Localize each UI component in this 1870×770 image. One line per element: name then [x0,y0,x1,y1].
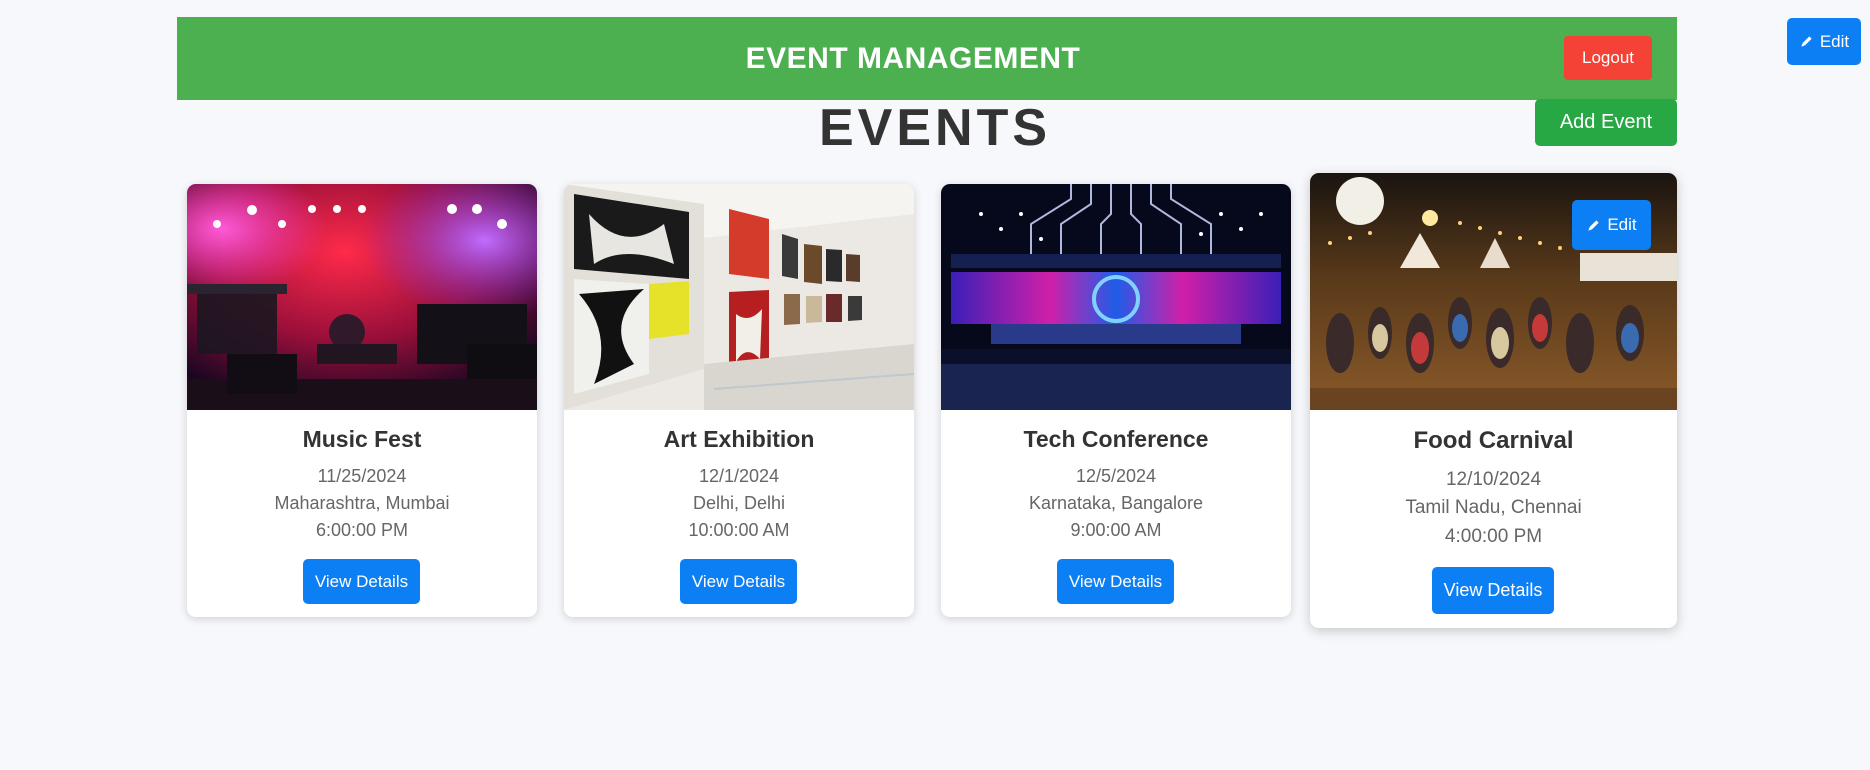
event-image [564,184,914,410]
event-location: Maharashtra, Mumbai [274,493,450,513]
event-card: Music Fest 11/25/2024 Maharashtra, Mumba… [187,184,537,617]
edit-event-button[interactable]: Edit [1572,200,1651,250]
event-title: Art Exhibition [663,426,815,452]
view-details-button[interactable]: View Details [303,559,420,604]
event-title: Music Fest [302,426,422,452]
logout-button[interactable]: Logout [1564,36,1652,80]
event-time: 9:00:00 AM [1070,520,1162,540]
event-date: 12/5/2024 [1075,466,1157,486]
view-details-button[interactable]: View Details [1432,567,1554,614]
add-event-button[interactable]: Add Event [1535,99,1677,146]
event-location: Tamil Nadu, Chennai [1405,497,1582,518]
event-card: Edit Food Carnival 12/10/2024 Tamil Nadu… [1310,173,1677,628]
pencil-icon [1586,218,1601,233]
event-date: 11/25/2024 [317,466,407,486]
event-date: 12/10/2024 [1445,469,1542,490]
app-header: EVENT MANAGEMENT [177,17,1677,100]
edit-button-label: Edit [1607,215,1637,234]
event-title: Tech Conference [1023,426,1209,452]
event-card: Tech Conference 12/5/2024 Karnataka, Ban… [941,184,1291,617]
event-date: 12/1/2024 [698,466,780,486]
pencil-icon [1799,34,1814,49]
event-time: 10:00:00 AM [688,520,790,540]
edit-button[interactable]: Edit [1787,18,1861,65]
view-details-button[interactable]: View Details [680,559,797,604]
event-title: Food Carnival [1413,427,1574,454]
event-card: Art Exhibition 12/1/2024 Delhi, Delhi 10… [564,184,914,617]
event-time: 4:00:00 PM [1444,526,1543,547]
edit-button-label: Edit [1819,31,1850,51]
event-image [941,184,1291,410]
event-location: Delhi, Delhi [692,493,786,513]
view-details-button[interactable]: View Details [1057,559,1174,604]
app-title: EVENT MANAGEMENT [745,42,1081,75]
event-time: 6:00:00 PM [315,520,409,540]
event-image [187,184,537,410]
event-location: Karnataka, Bangalore [1028,493,1204,513]
